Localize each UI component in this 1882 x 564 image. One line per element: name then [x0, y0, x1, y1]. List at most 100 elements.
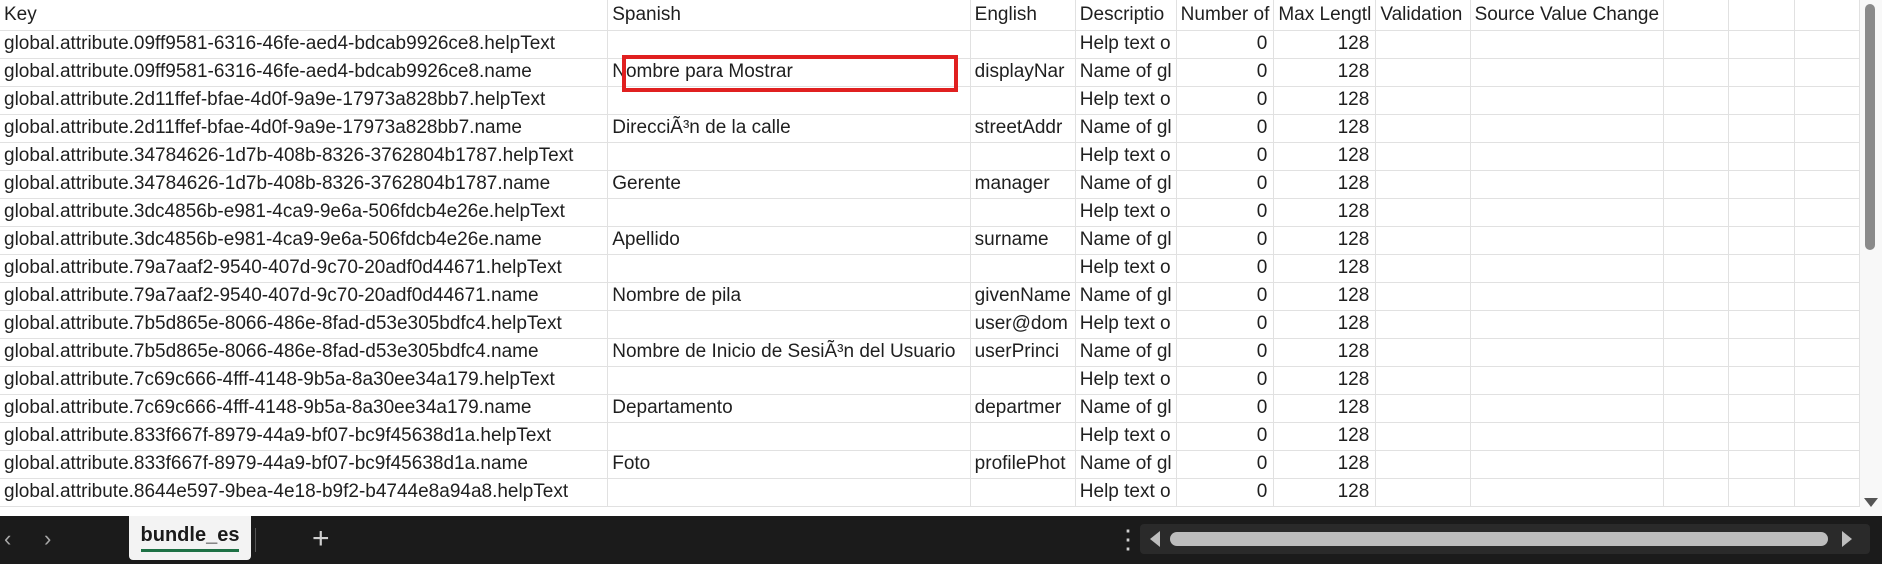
cell-empty[interactable]: [1663, 338, 1730, 367]
cell-number[interactable]: 0: [1176, 394, 1275, 423]
cell-empty[interactable]: [1794, 310, 1860, 339]
cell-key[interactable]: global.attribute.7c69c666-4fff-4148-9b5a…: [0, 366, 609, 395]
cell-key[interactable]: global.attribute.8644e597-9bea-4e18-b9f2…: [0, 478, 609, 507]
cell-spanish[interactable]: [607, 366, 971, 395]
cell-empty[interactable]: [1794, 30, 1860, 59]
cell-empty[interactable]: [1728, 114, 1795, 143]
vertical-scroll-thumb[interactable]: [1865, 4, 1875, 250]
cell-empty[interactable]: [1728, 338, 1795, 367]
chevron-left-icon[interactable]: ‹: [4, 526, 11, 552]
cell-empty[interactable]: [1728, 450, 1795, 479]
scroll-left-arrow-icon[interactable]: [1150, 531, 1160, 547]
column-header[interactable]: Max Lengtl: [1273, 0, 1377, 31]
cell-key[interactable]: global.attribute.34784626-1d7b-408b-8326…: [0, 170, 609, 199]
cell-empty[interactable]: [1470, 366, 1665, 395]
cell-empty[interactable]: [1375, 310, 1471, 339]
cell-english[interactable]: [970, 366, 1076, 395]
cell-key[interactable]: global.attribute.833f667f-8979-44a9-bf07…: [0, 422, 609, 451]
cell-empty[interactable]: [1663, 142, 1730, 171]
cell-empty[interactable]: [1375, 142, 1471, 171]
cell-empty[interactable]: [1794, 86, 1860, 115]
cell-empty[interactable]: [1470, 422, 1665, 451]
cell-empty[interactable]: [1794, 170, 1860, 199]
cell-empty[interactable]: [1663, 198, 1730, 227]
cell-description[interactable]: Help text o: [1075, 142, 1177, 171]
column-header[interactable]: [1728, 0, 1795, 31]
cell-key[interactable]: global.attribute.7c69c666-4fff-4148-9b5a…: [0, 394, 609, 423]
cell-empty[interactable]: [1794, 422, 1860, 451]
cell-empty[interactable]: [1663, 282, 1730, 311]
cell-description[interactable]: Name of gl: [1075, 114, 1177, 143]
cell-empty[interactable]: [1470, 86, 1665, 115]
cell-max[interactable]: 128: [1273, 338, 1377, 367]
cell-spanish[interactable]: [607, 478, 971, 507]
cell-max[interactable]: 128: [1273, 450, 1377, 479]
cell-english[interactable]: [970, 254, 1076, 283]
cell-empty[interactable]: [1375, 198, 1471, 227]
cell-empty[interactable]: [1794, 58, 1860, 87]
cell-empty[interactable]: [1470, 450, 1665, 479]
cell-empty[interactable]: [1728, 422, 1795, 451]
cell-spanish[interactable]: [607, 142, 971, 171]
cell-description[interactable]: Help text o: [1075, 478, 1177, 507]
cell-description[interactable]: Name of gl: [1075, 282, 1177, 311]
cell-number[interactable]: 0: [1176, 198, 1275, 227]
cell-description[interactable]: Name of gl: [1075, 394, 1177, 423]
column-header[interactable]: Validation: [1375, 0, 1471, 31]
cell-description[interactable]: Help text o: [1075, 366, 1177, 395]
cell-number[interactable]: 0: [1176, 282, 1275, 311]
cell-empty[interactable]: [1375, 450, 1471, 479]
chevron-right-icon[interactable]: ›: [44, 526, 51, 552]
cell-description[interactable]: Help text o: [1075, 422, 1177, 451]
cell-max[interactable]: 128: [1273, 478, 1377, 507]
cell-number[interactable]: 0: [1176, 450, 1275, 479]
cell-max[interactable]: 128: [1273, 58, 1377, 87]
cell-key[interactable]: global.attribute.3dc4856b-e981-4ca9-9e6a…: [0, 226, 609, 255]
cell-empty[interactable]: [1375, 254, 1471, 283]
cell-english[interactable]: streetAddr: [970, 114, 1076, 143]
cell-empty[interactable]: [1794, 394, 1860, 423]
cell-description[interactable]: Help text o: [1075, 310, 1177, 339]
column-header[interactable]: Key: [0, 0, 609, 31]
more-vertical-icon[interactable]: ⋮: [1115, 524, 1141, 555]
cell-number[interactable]: 0: [1176, 310, 1275, 339]
cell-empty[interactable]: [1728, 86, 1795, 115]
cell-max[interactable]: 128: [1273, 198, 1377, 227]
cell-empty[interactable]: [1728, 170, 1795, 199]
cell-empty[interactable]: [1375, 282, 1471, 311]
cell-max[interactable]: 128: [1273, 170, 1377, 199]
cell-number[interactable]: 0: [1176, 58, 1275, 87]
cell-number[interactable]: 0: [1176, 30, 1275, 59]
cell-empty[interactable]: [1728, 478, 1795, 507]
cell-max[interactable]: 128: [1273, 30, 1377, 59]
vertical-scrollbar[interactable]: [1860, 0, 1882, 516]
cell-empty[interactable]: [1375, 394, 1471, 423]
cell-spanish[interactable]: [607, 86, 971, 115]
cell-empty[interactable]: [1728, 366, 1795, 395]
cell-english[interactable]: [970, 30, 1076, 59]
cell-key[interactable]: global.attribute.09ff9581-6316-46fe-aed4…: [0, 30, 609, 59]
cell-key[interactable]: global.attribute.34784626-1d7b-408b-8326…: [0, 142, 609, 171]
cell-key[interactable]: global.attribute.2d11ffef-bfae-4d0f-9a9e…: [0, 114, 609, 143]
cell-description[interactable]: Name of gl: [1075, 450, 1177, 479]
cell-description[interactable]: Name of gl: [1075, 226, 1177, 255]
cell-empty[interactable]: [1375, 366, 1471, 395]
cell-spanish[interactable]: Foto: [607, 450, 971, 479]
cell-empty[interactable]: [1470, 114, 1665, 143]
cell-key[interactable]: global.attribute.2d11ffef-bfae-4d0f-9a9e…: [0, 86, 609, 115]
cell-max[interactable]: 128: [1273, 282, 1377, 311]
cell-spanish[interactable]: DirecciÃ³n de la calle: [607, 114, 971, 143]
cell-max[interactable]: 128: [1273, 366, 1377, 395]
cell-empty[interactable]: [1663, 394, 1730, 423]
scroll-right-arrow-icon[interactable]: [1842, 531, 1852, 547]
cell-english[interactable]: userPrinci: [970, 338, 1076, 367]
cell-empty[interactable]: [1470, 254, 1665, 283]
cell-empty[interactable]: [1470, 394, 1665, 423]
cell-empty[interactable]: [1728, 394, 1795, 423]
cell-english[interactable]: [970, 198, 1076, 227]
cell-empty[interactable]: [1728, 142, 1795, 171]
cell-number[interactable]: 0: [1176, 170, 1275, 199]
cell-english[interactable]: departmer: [970, 394, 1076, 423]
cell-max[interactable]: 128: [1273, 254, 1377, 283]
cell-number[interactable]: 0: [1176, 338, 1275, 367]
